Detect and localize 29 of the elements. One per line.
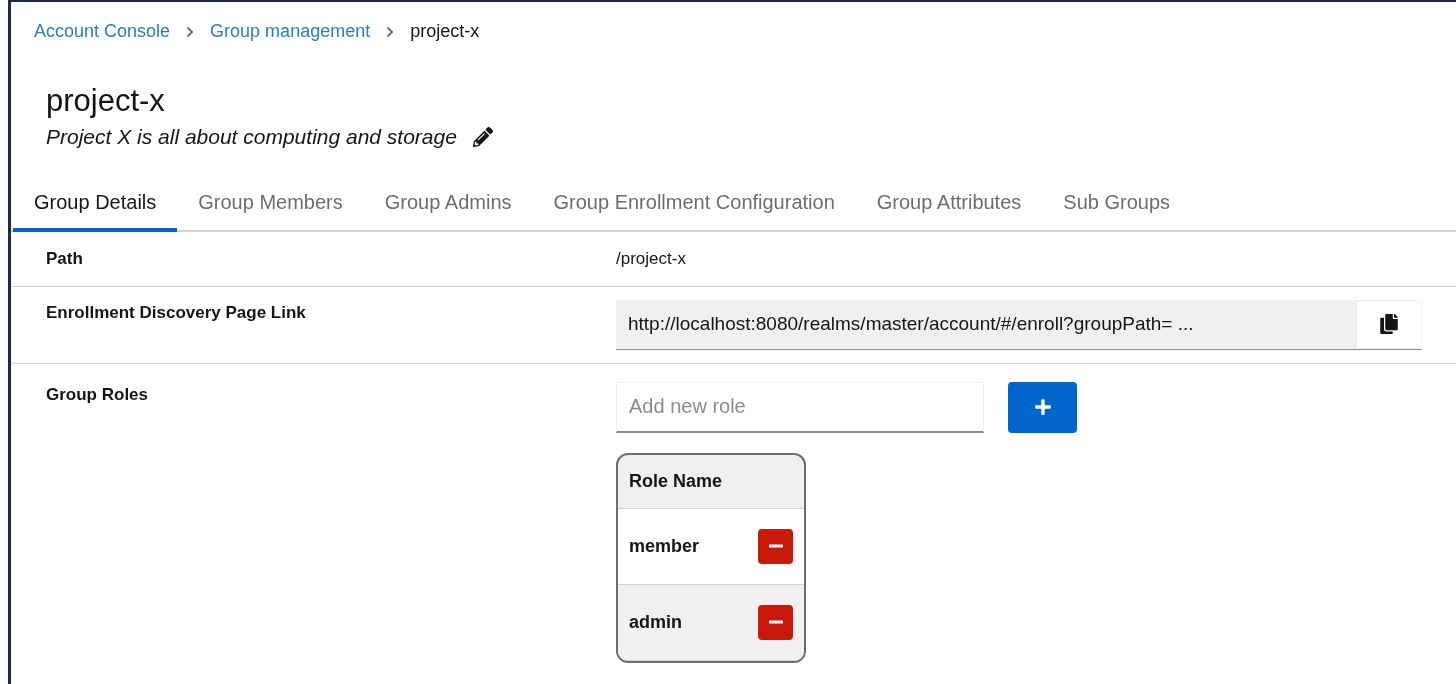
- tab[interactable]: Group Admins: [363, 184, 533, 232]
- chevron-icon: [386, 25, 395, 38]
- tab[interactable]: Group Members: [177, 184, 364, 232]
- plus-icon: [1033, 398, 1052, 416]
- breadcrumb-current: project-x: [410, 20, 480, 43]
- role-name: admin: [629, 610, 682, 634]
- tab[interactable]: Group Attributes: [855, 184, 1043, 232]
- group-description: Project X is all about computing and storage: [46, 124, 457, 150]
- role-name: member: [629, 534, 700, 558]
- copy-button[interactable]: [1356, 299, 1422, 349]
- tab[interactable]: Sub Groups: [1042, 184, 1192, 232]
- chevron-icon: [186, 25, 195, 38]
- remove-button[interactable]: [758, 528, 793, 564]
- link-field: http://localhost:8080/realms/master/account/#/enroll?groupPath= ...: [616, 299, 1356, 349]
- column-header: Role Name: [629, 469, 723, 493]
- page-title: project-x: [46, 82, 166, 120]
- tab[interactable]: Group Details: [13, 184, 178, 232]
- add-button[interactable]: [1008, 381, 1077, 433]
- copy-icon: [1379, 314, 1399, 334]
- path-value: /project-x: [616, 247, 686, 270]
- tab[interactable]: Group Enrollment Configuration: [532, 184, 856, 232]
- pencil-icon[interactable]: [472, 126, 493, 147]
- role-input[interactable]: Add new role: [616, 381, 984, 433]
- field-label: Path: [45, 247, 84, 270]
- breadcrumb-link[interactable]: Group management: [210, 18, 371, 45]
- remove-button[interactable]: [758, 604, 793, 640]
- field-label: Enrollment Discovery Page Link: [45, 301, 307, 324]
- breadcrumb-link[interactable]: Account Console: [34, 18, 171, 45]
- field-label: Group Roles: [45, 383, 149, 406]
